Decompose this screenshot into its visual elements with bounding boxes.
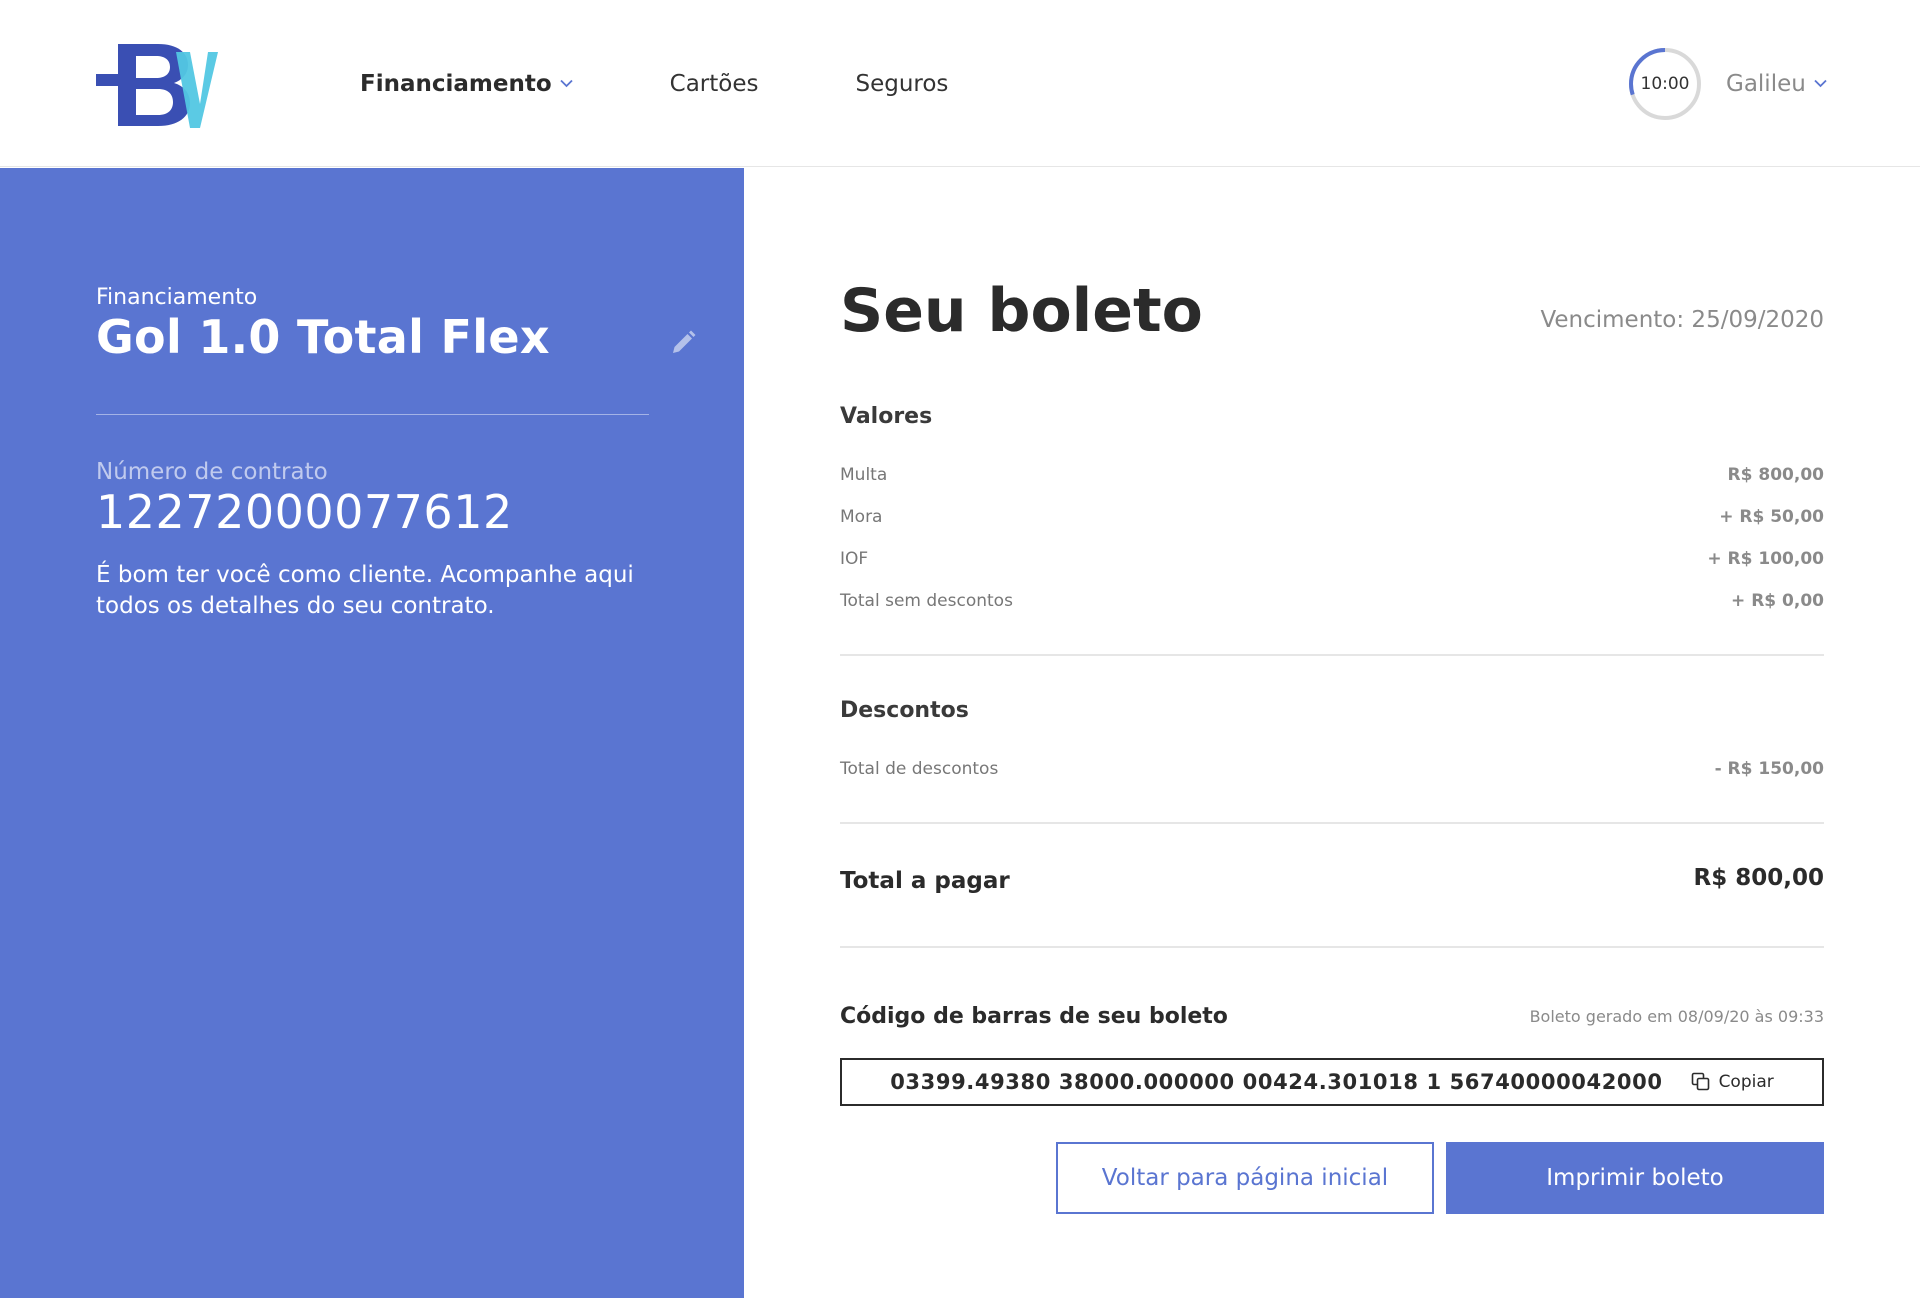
main-nav: Financiamento Cartões Seguros bbox=[360, 0, 1045, 167]
top-header: Financiamento Cartões Seguros 10:00 Gali… bbox=[0, 0, 1920, 167]
list-item: Total de descontos - R$ 150,00 bbox=[840, 759, 1824, 779]
back-home-button[interactable]: Voltar para página inicial bbox=[1056, 1142, 1434, 1214]
row-label: Mora bbox=[840, 507, 883, 527]
section-divider bbox=[840, 946, 1824, 948]
descontos-title: Descontos bbox=[840, 698, 969, 723]
category-label: Financiamento bbox=[96, 285, 258, 310]
row-label: IOF bbox=[840, 549, 869, 569]
row-label: Total sem descontos bbox=[840, 591, 1013, 611]
nav-item-financiamento[interactable]: Financiamento bbox=[360, 71, 573, 97]
list-item: Total sem descontos + R$ 0,00 bbox=[840, 591, 1824, 611]
bv-logo[interactable] bbox=[96, 40, 218, 128]
list-item: IOF + R$ 100,00 bbox=[840, 549, 1824, 569]
row-value: + R$ 100,00 bbox=[1707, 549, 1824, 569]
nav-item-label: Cartões bbox=[669, 70, 759, 97]
barcode-title: Código de barras de seu boleto bbox=[840, 1004, 1228, 1029]
user-name: Galileu bbox=[1726, 70, 1806, 97]
valores-title: Valores bbox=[840, 404, 933, 429]
pencil-icon[interactable] bbox=[668, 328, 698, 358]
nav-item-seguros[interactable]: Seguros bbox=[855, 71, 948, 97]
copy-icon bbox=[1691, 1072, 1709, 1091]
total-value: R$ 800,00 bbox=[1693, 865, 1824, 891]
contract-number-label: Número de contrato bbox=[96, 459, 328, 485]
row-label: Multa bbox=[840, 465, 888, 485]
chevron-down-icon bbox=[1814, 79, 1827, 88]
due-date: Vencimento: 25/09/2020 bbox=[1540, 307, 1824, 333]
list-item: Mora + R$ 50,00 bbox=[840, 507, 1824, 527]
print-boleto-button[interactable]: Imprimir boleto bbox=[1446, 1142, 1824, 1214]
row-value: + R$ 0,00 bbox=[1731, 591, 1824, 611]
barcode-code: 03399.49380 38000.000000 00424.301018 1 … bbox=[890, 1070, 1663, 1094]
chevron-down-icon bbox=[560, 79, 573, 88]
welcome-text: É bom ter você como cliente. Acompanhe a… bbox=[96, 562, 634, 619]
row-label: Total de descontos bbox=[840, 759, 999, 779]
row-value: + R$ 50,00 bbox=[1719, 507, 1824, 527]
page-title: Seu boleto bbox=[840, 276, 1203, 346]
session-timer: 10:00 bbox=[1628, 47, 1702, 121]
user-menu[interactable]: Galileu bbox=[1726, 0, 1827, 167]
barcode-field[interactable]: 03399.49380 38000.000000 00424.301018 1 … bbox=[840, 1058, 1824, 1106]
list-item: Multa R$ 800,00 bbox=[840, 465, 1824, 485]
sidebar-divider bbox=[96, 414, 649, 415]
section-divider bbox=[840, 822, 1824, 824]
vehicle-title: Gol 1.0 Total Flex bbox=[96, 310, 550, 364]
section-divider bbox=[840, 654, 1824, 656]
row-value: R$ 800,00 bbox=[1727, 465, 1824, 485]
nav-item-cartoes[interactable]: Cartões bbox=[670, 71, 759, 97]
row-value: - R$ 150,00 bbox=[1714, 759, 1824, 779]
nav-item-label: Financiamento bbox=[360, 70, 552, 97]
copy-label: Copiar bbox=[1718, 1072, 1774, 1092]
timer-label: 10:00 bbox=[1640, 74, 1690, 94]
contract-number: 12272000077612 bbox=[96, 485, 513, 539]
nav-item-label: Seguros bbox=[855, 70, 949, 97]
generated-timestamp: Boleto gerado em 08/09/20 às 09:33 bbox=[1529, 1007, 1824, 1026]
total-label: Total a pagar bbox=[840, 868, 1010, 894]
copy-button[interactable]: Copiar bbox=[1691, 1072, 1774, 1092]
contract-sidebar: Financiamento Gol 1.0 Total Flex Número … bbox=[0, 168, 744, 1298]
